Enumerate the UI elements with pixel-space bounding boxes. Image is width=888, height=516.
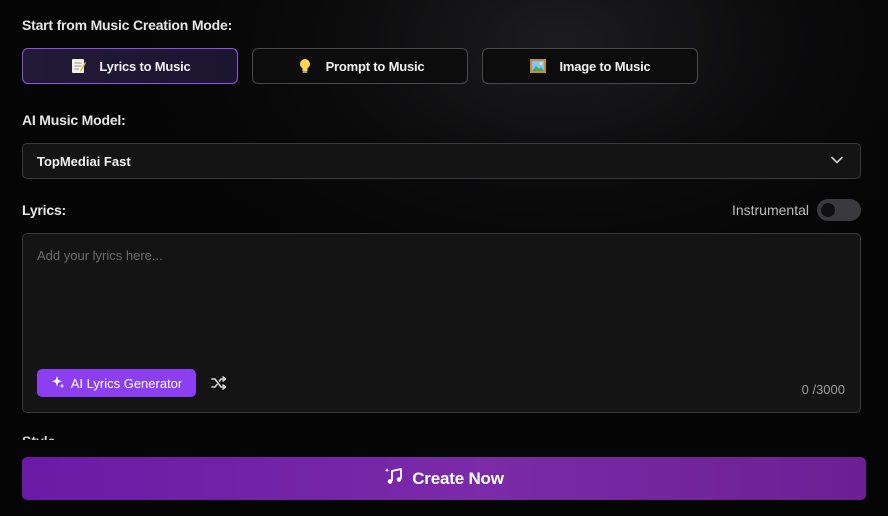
instrumental-label: Instrumental	[731, 202, 809, 218]
mode-label: Prompt to Music	[325, 58, 425, 74]
create-now-label: Create Now	[412, 468, 504, 488]
lyrics-char-counter: 0 /3000	[801, 382, 845, 397]
create-now-button[interactable]: Create Now	[22, 457, 866, 500]
music-note-icon	[384, 466, 404, 491]
instrumental-control: Instrumental	[732, 199, 861, 221]
ai-lyrics-generator-label: AI Lyrics Generator	[70, 375, 183, 391]
lightbulb-icon	[296, 57, 314, 75]
mode-lyrics-to-music-button[interactable]: Lyrics to Music	[22, 48, 238, 84]
sparkle-icon	[51, 375, 65, 392]
instrumental-toggle[interactable]	[817, 199, 861, 221]
lyrics-box: AI Lyrics Generator 0 /3000	[22, 233, 861, 413]
lyrics-textarea[interactable]	[37, 248, 847, 368]
mode-label: Lyrics to Music	[99, 58, 191, 74]
memo-icon	[69, 57, 87, 75]
chevron-down-icon	[830, 153, 844, 170]
model-select[interactable]: TopMediai Fast	[22, 143, 861, 179]
toggle-knob	[821, 203, 835, 217]
mode-image-to-music-button[interactable]: Image to Music	[482, 48, 698, 84]
model-selected-value: TopMediai Fast	[37, 153, 131, 169]
creation-mode-title: Start from Music Creation Mode:	[22, 17, 233, 33]
music-creation-panel: Start from Music Creation Mode: Lyrics t…	[0, 0, 888, 516]
picture-icon	[529, 57, 547, 75]
ai-lyrics-generator-button[interactable]: AI Lyrics Generator	[37, 369, 196, 397]
style-section-title: Style	[22, 434, 62, 440]
mode-label: Image to Music	[559, 58, 651, 74]
mode-prompt-to-music-button[interactable]: Prompt to Music	[252, 48, 468, 84]
shuffle-icon[interactable]	[209, 373, 229, 393]
lyrics-title: Lyrics:	[22, 202, 66, 218]
model-title: AI Music Model:	[22, 112, 126, 128]
